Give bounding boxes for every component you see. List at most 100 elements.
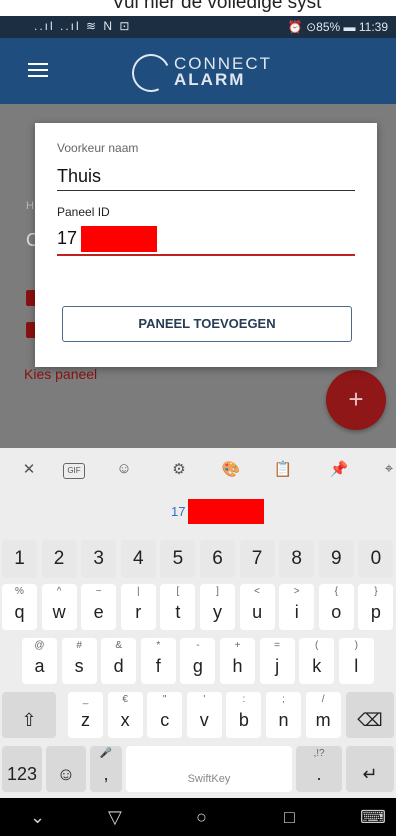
key-label: n xyxy=(278,710,289,730)
key-secondary-label: ] xyxy=(216,586,219,597)
key-label: e xyxy=(93,602,104,622)
hide-keyboard-icon[interactable]: ⌄ xyxy=(30,807,45,828)
suggestion-bar[interactable]: 17 xyxy=(0,496,396,528)
key-label: 123 xyxy=(6,764,38,784)
back-icon[interactable]: ▽ xyxy=(108,807,122,828)
key-f[interactable]: * f xyxy=(140,638,176,684)
key-w[interactable]: ^ w xyxy=(41,584,77,630)
sticker-icon[interactable]: ☺ xyxy=(111,460,137,480)
status-signal-icons: ..ıl ..ıl ≋ N ⊡ xyxy=(34,19,132,33)
theme-palette-icon[interactable]: 🎨 xyxy=(218,460,244,480)
background-field-hint: H xyxy=(26,200,34,212)
key-o[interactable]: {o xyxy=(318,584,354,630)
key-r[interactable]: | r xyxy=(120,584,156,630)
keyboard: ✕ GIF ☺ ⚙ 🎨 📋 📌 ⌖ 17 1 2 3 4 5 6 7 8 9 0% q ^ w ~ e | r[… xyxy=(0,448,396,798)
key-s[interactable]: # s xyxy=(61,638,97,684)
logo-text-alarm: ALARM xyxy=(174,70,246,89)
key-l[interactable]: ) l xyxy=(338,638,374,684)
key-v[interactable]: ' v xyxy=(186,692,222,738)
key-m[interactable]: / m xyxy=(305,692,341,738)
key-secondary-label: } xyxy=(374,586,378,597)
key-y[interactable]: ] y xyxy=(200,584,235,630)
key-a[interactable]: @ a xyxy=(22,638,57,684)
clipboard-icon[interactable]: 📋 xyxy=(270,460,296,480)
panel-id-input[interactable]: 17 xyxy=(57,224,355,252)
key-t[interactable]: [t xyxy=(160,584,196,630)
key-label: SwiftKey xyxy=(187,773,231,785)
key-label: x xyxy=(120,710,130,730)
key-7[interactable]: 7 xyxy=(239,540,275,578)
add-panel-button[interactable]: PANEEL TOEVOEGEN xyxy=(62,306,352,342)
key-8[interactable]: 8 xyxy=(279,540,315,578)
key-label: b xyxy=(238,710,249,730)
keyboard-switch-icon[interactable]: ⌨ xyxy=(360,807,386,828)
panel-id-label: Paneel ID xyxy=(57,205,110,219)
home-icon[interactable]: ○ xyxy=(196,807,207,828)
emoji-key[interactable]: ☺ xyxy=(46,746,86,792)
key-b[interactable]: :b xyxy=(226,692,262,738)
key-9[interactable]: 9 xyxy=(318,540,354,578)
key-secondary-label: ; xyxy=(282,694,285,705)
key-u[interactable]: < u xyxy=(239,584,275,630)
symbols-key[interactable]: 123 xyxy=(2,746,42,792)
name-field[interactable]: Thuis xyxy=(57,166,101,187)
key-secondary-label: { xyxy=(334,586,338,597)
key-label: y xyxy=(213,602,222,622)
key-label: k xyxy=(312,656,322,676)
comma-key[interactable]: 🎤, xyxy=(90,746,122,792)
key-secondary-label: = xyxy=(274,640,281,651)
key-label: m xyxy=(315,710,331,730)
key-label: . xyxy=(316,764,322,784)
key-d[interactable]: & d xyxy=(101,638,137,684)
name-field-underline xyxy=(57,190,355,191)
key-4[interactable]: 4 xyxy=(120,540,156,578)
location-icon[interactable]: ⌖ xyxy=(376,460,396,480)
shift-key[interactable]: ⇧ xyxy=(2,692,56,738)
enter-key[interactable]: ↵ xyxy=(346,746,394,792)
android-nav-bar: ⌄ ▽ ○ □ ⌨ xyxy=(0,798,396,836)
key-g[interactable]: -g xyxy=(180,638,216,684)
key-j[interactable]: = j xyxy=(259,638,295,684)
key-6[interactable]: 6 xyxy=(200,540,235,578)
key-k[interactable]: (k xyxy=(299,638,335,684)
key-label: d xyxy=(113,656,124,676)
key-secondary-label: ,!? xyxy=(313,748,325,759)
gif-icon[interactable]: GIF xyxy=(63,463,85,479)
status-bar: ..ıl ..ıl ≋ N ⊡ ⏰ ⊙85% ▬ 11:39 xyxy=(0,16,396,38)
select-panel-label: Kies paneel xyxy=(24,366,98,382)
settings-gear-icon[interactable]: ⚙ xyxy=(166,460,192,480)
key-x[interactable]: € x xyxy=(107,692,143,738)
caption-text: Vul hier de volledige syst xyxy=(112,0,322,13)
redaction-box xyxy=(81,226,157,252)
key-n[interactable]: ; n xyxy=(266,692,301,738)
key-h[interactable]: + h xyxy=(220,638,255,684)
key-e[interactable]: ~ e xyxy=(81,584,117,630)
add-fab-button[interactable]: + xyxy=(326,370,386,430)
key-3[interactable]: 3 xyxy=(81,540,117,578)
backspace-key[interactable]: ⌫ xyxy=(346,692,394,738)
key-secondary-label: * xyxy=(156,640,161,651)
key-z[interactable]: _ z xyxy=(68,692,103,738)
key-2[interactable]: 2 xyxy=(41,540,77,578)
menu-icon[interactable] xyxy=(28,63,48,77)
key-label: t xyxy=(175,602,181,622)
key-q[interactable]: % q xyxy=(2,584,37,630)
key-p[interactable]: } p xyxy=(358,584,394,630)
key-c[interactable]: " c xyxy=(147,692,183,738)
pin-icon[interactable]: 📌 xyxy=(326,460,352,480)
space-key[interactable]: SwiftKey xyxy=(126,746,292,792)
key-secondary-label: ~ xyxy=(95,586,102,597)
key-5[interactable]: 5 xyxy=(160,540,196,578)
close-icon[interactable]: ✕ xyxy=(16,460,42,480)
key-label: u xyxy=(252,602,263,622)
key-i[interactable]: > i xyxy=(279,584,315,630)
key-secondary-label: " xyxy=(162,694,167,705)
recents-icon[interactable]: □ xyxy=(284,807,295,828)
key-1[interactable]: 1 xyxy=(2,540,37,578)
status-battery-time: ⏰ ⊙85% ▬ 11:39 xyxy=(287,20,388,34)
key-secondary-label: | xyxy=(136,586,140,597)
key-secondary-label: € xyxy=(122,694,128,705)
key-label: ⇧ xyxy=(21,710,37,730)
period-key[interactable]: ,!?. xyxy=(296,746,342,792)
key-0[interactable]: 0 xyxy=(358,540,394,578)
